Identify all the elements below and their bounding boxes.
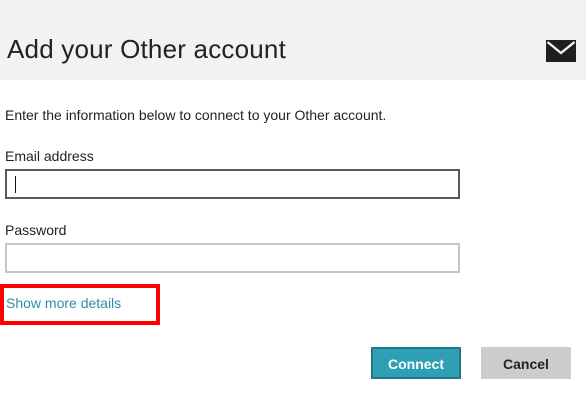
mail-icon <box>546 40 576 62</box>
show-more-details-link[interactable]: Show more details <box>6 294 121 312</box>
cancel-button[interactable]: Cancel <box>481 347 571 379</box>
connect-button[interactable]: Connect <box>371 347 461 379</box>
password-field[interactable] <box>5 243 460 273</box>
intro-text: Enter the information below to connect t… <box>5 107 387 123</box>
text-caret <box>15 176 16 193</box>
dialog-header: Add your Other account <box>0 0 586 80</box>
password-label: Password <box>5 222 67 238</box>
page-title: Add your Other account <box>7 34 286 64</box>
email-label: Email address <box>5 148 94 164</box>
email-field[interactable] <box>5 169 460 199</box>
